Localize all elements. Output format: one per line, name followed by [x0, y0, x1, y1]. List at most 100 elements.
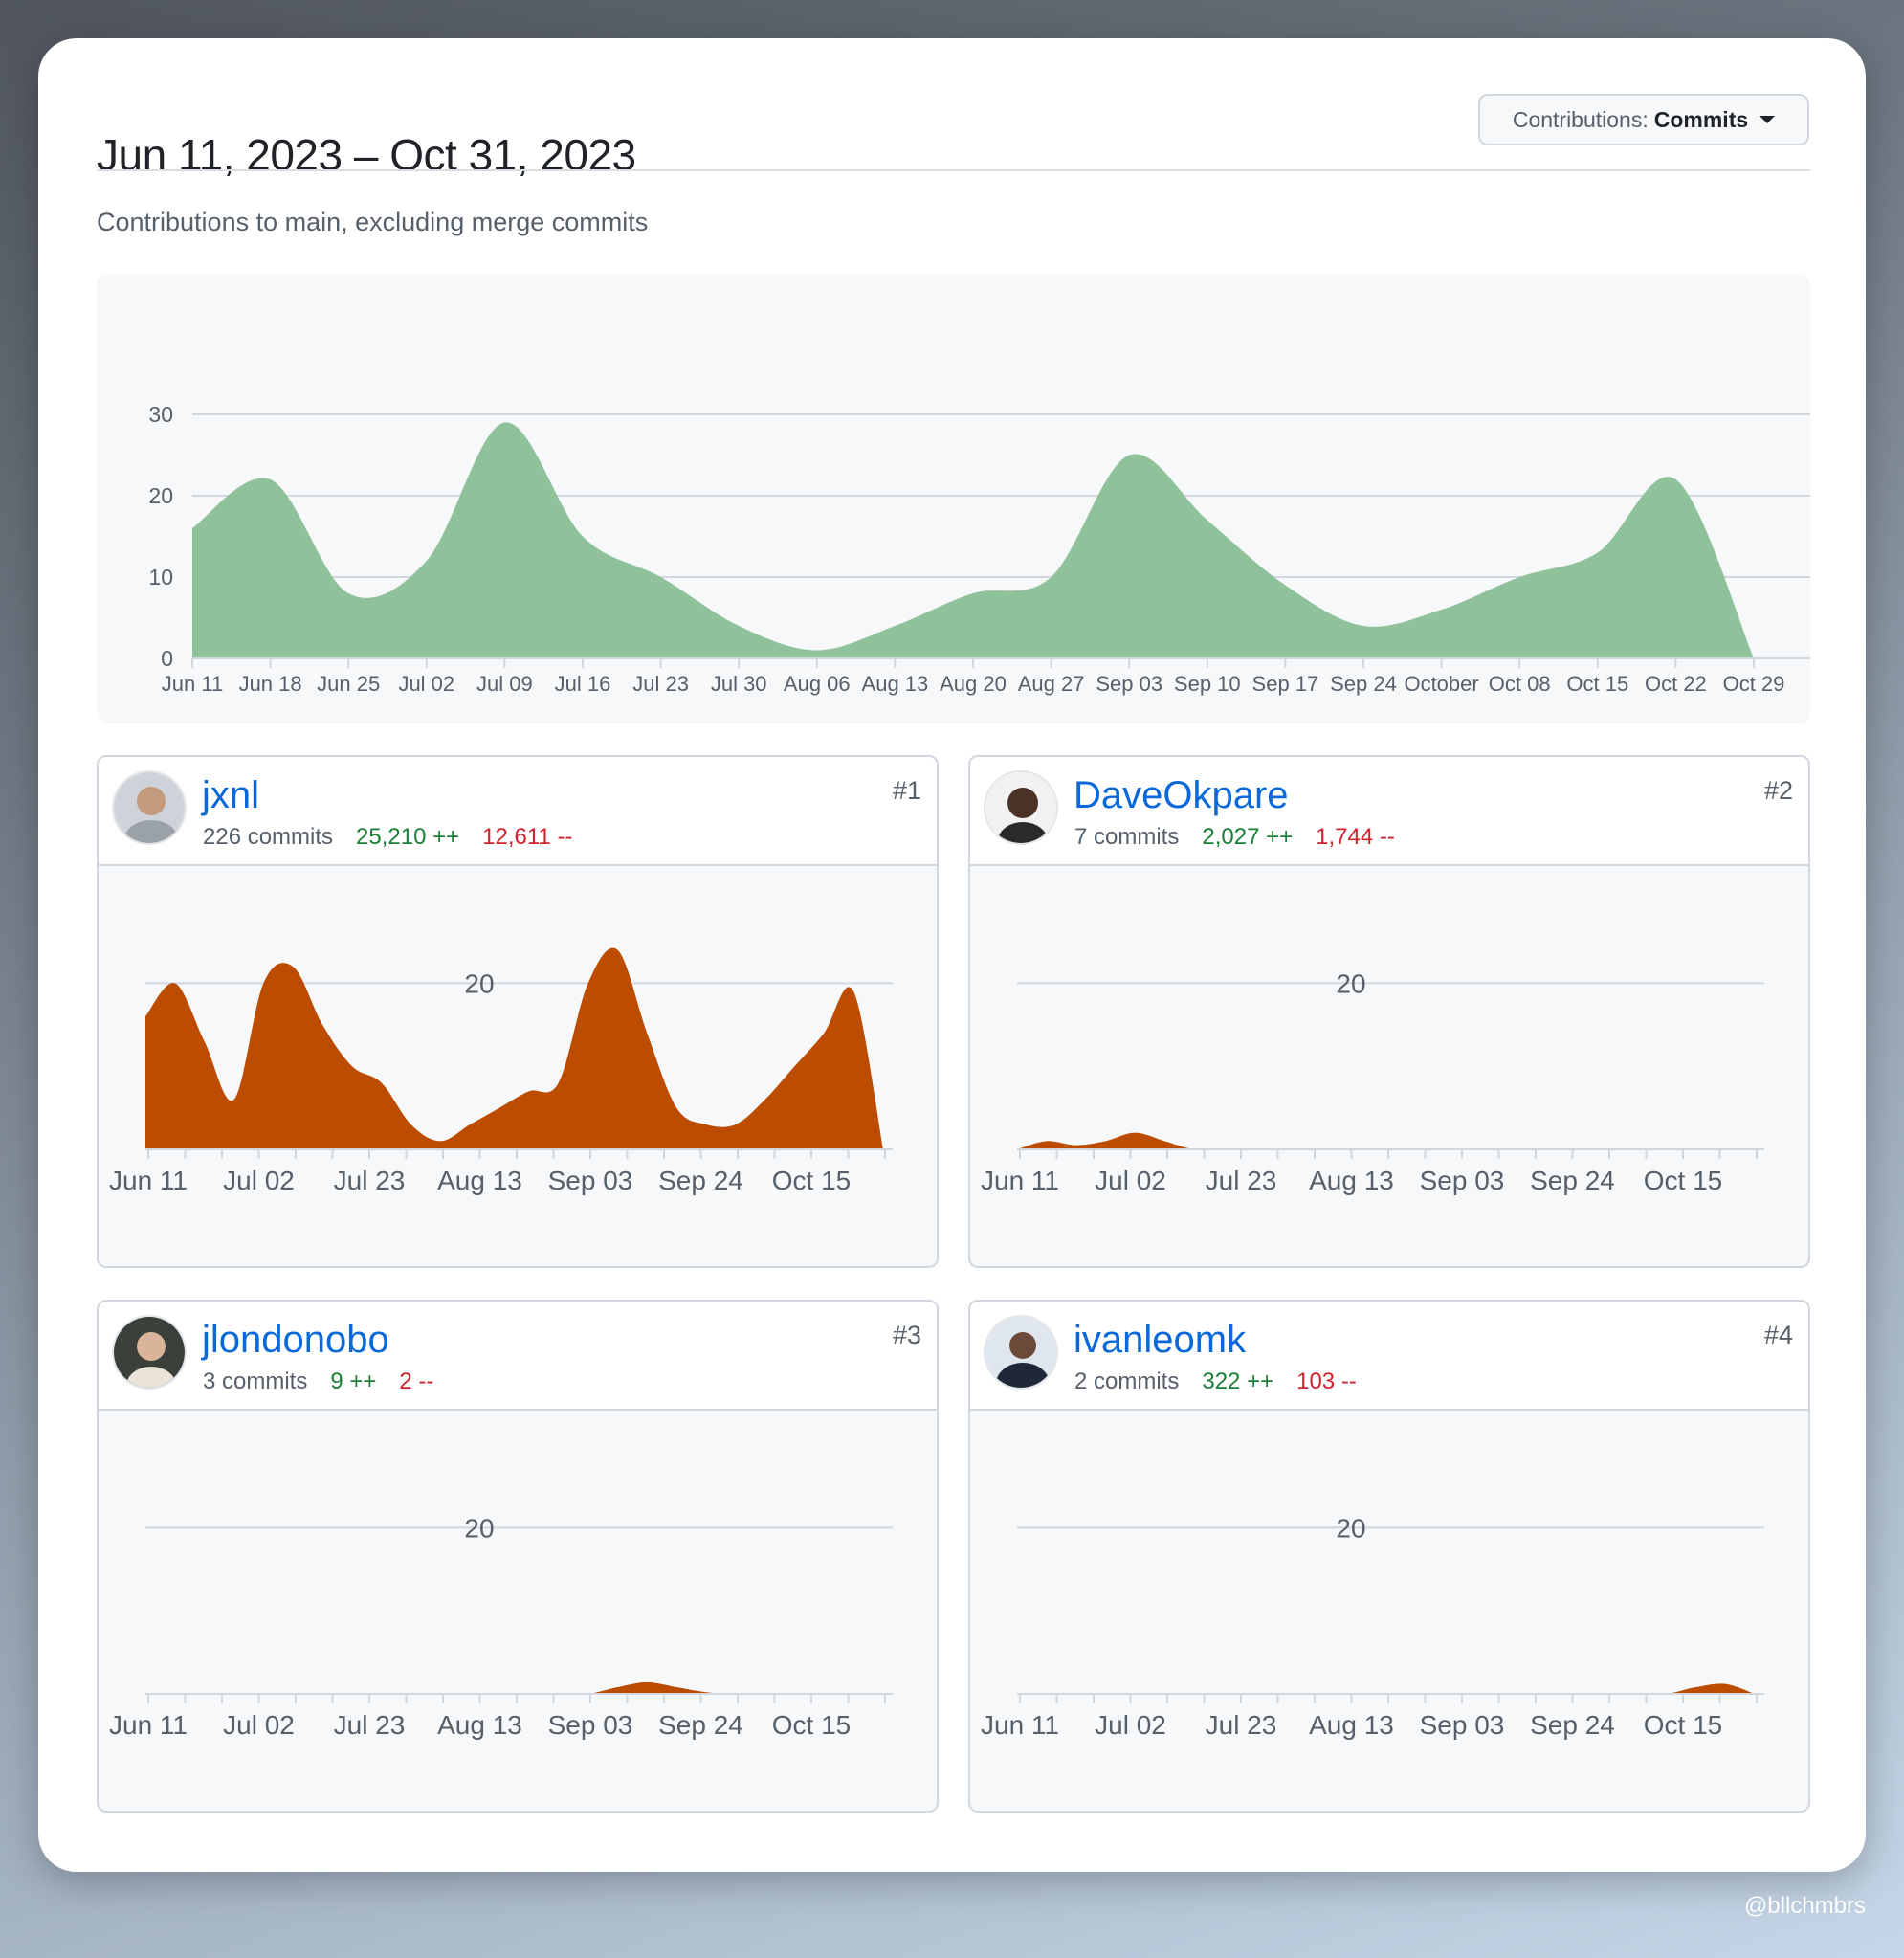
x-tick-label: Jul 02 — [1095, 1710, 1166, 1740]
y-tick-label: 30 — [148, 402, 173, 427]
contributor-header: DaveOkpare 7 commits 2,027 ++ 1,744 -- #2 — [970, 757, 1808, 866]
contributors-card: Jun 11, 2023 – Oct 31, 2023 Contribution… — [38, 38, 1866, 1872]
y-tick-label: 20 — [1336, 1513, 1365, 1543]
contributor-rank: #4 — [1763, 1321, 1793, 1349]
x-tick-label: Aug 13 — [437, 1710, 522, 1740]
x-tick-label: Jun 11 — [162, 672, 223, 696]
x-tick-label: Jul 23 — [334, 1710, 406, 1740]
contributor-username-link[interactable]: jlondonobo — [202, 1319, 389, 1362]
x-tick-label: Jun 11 — [109, 1166, 188, 1195]
contributor-rank: #1 — [892, 776, 921, 805]
x-tick-label: Jul 02 — [398, 672, 454, 696]
x-tick-label: Sep 03 — [548, 1166, 633, 1195]
contributor-commits-area — [145, 1681, 883, 1695]
x-tick-label: October — [1404, 672, 1478, 696]
x-tick-label: Sep 24 — [658, 1166, 743, 1195]
contributor-stats: 3 commits 9 ++ 2 -- — [203, 1368, 433, 1395]
commit-count: 226 commits — [203, 824, 334, 850]
x-tick-label: Jul 30 — [711, 672, 767, 696]
x-tick-label: Aug 13 — [1309, 1166, 1394, 1195]
x-tick-label: Aug 20 — [940, 672, 1007, 696]
contributor-card: jxnl 226 commits 25,210 ++ 12,611 -- #1 20… — [97, 755, 939, 1268]
x-tick-label: Jul 23 — [1206, 1710, 1277, 1740]
contributor-rank: #3 — [892, 1321, 921, 1349]
x-tick-label: Sep 24 — [658, 1710, 743, 1740]
x-tick-label: Jul 16 — [555, 672, 611, 696]
header-divider — [97, 169, 1810, 171]
x-tick-label: Jul 23 — [632, 672, 689, 696]
user-avatar-icon[interactable] — [112, 770, 187, 845]
x-tick-label: Jun 25 — [317, 672, 380, 696]
user-avatar-icon[interactable] — [112, 1315, 187, 1390]
x-tick-label: Sep 24 — [1330, 672, 1397, 696]
x-tick-label: Sep 24 — [1530, 1166, 1615, 1195]
contributor-stats: 226 commits 25,210 ++ 12,611 -- — [203, 824, 572, 851]
contributor-commits-chart: 20 Jun 11 Jul 02 Jul 23 Aug 13 Sep 03 Sep 24 Oc… — [109, 947, 893, 1195]
contributor-username-link[interactable]: DaveOkpare — [1074, 774, 1289, 817]
x-tick-label: Jul 02 — [223, 1166, 295, 1195]
commit-count: 3 commits — [203, 1368, 308, 1394]
x-tick-label: Jul 23 — [1206, 1166, 1277, 1195]
x-tick-label: Jun 11 — [981, 1710, 1059, 1740]
y-tick-label: 20 — [464, 968, 494, 998]
x-tick-label: Jul 23 — [334, 1166, 406, 1195]
watermark: @bllchmbrs — [1743, 1893, 1866, 1919]
y-tick-label: 20 — [464, 1513, 494, 1543]
user-avatar-icon[interactable] — [984, 1315, 1058, 1390]
x-tick-label: Oct 08 — [1489, 672, 1551, 696]
contributor-rank: #2 — [1763, 776, 1793, 805]
x-tick-label: Aug 27 — [1018, 672, 1085, 696]
additions-count: 322 ++ — [1202, 1368, 1274, 1394]
contributor-header: jlondonobo 3 commits 9 ++ 2 -- #3 — [99, 1302, 937, 1411]
y-tick-label: 20 — [148, 483, 173, 508]
x-tick-label: Oct 15 — [1644, 1710, 1722, 1740]
x-tick-label: Oct 15 — [772, 1710, 851, 1740]
main-commits-chart: 0 10 20 30 Jun 11 Jun 18 Jun 25 Jul 02 Jul 09 Jul… — [148, 402, 1810, 696]
contributor-commits-area — [1017, 1132, 1755, 1150]
deletions-count: 2 -- — [399, 1368, 434, 1394]
x-tick-label: Jul 09 — [476, 672, 533, 696]
contributor-commits-chart: 20 Jun 11 Jul 02 Jul 23 Aug 13 Sep 03 Sep 24 Oc… — [109, 1513, 893, 1740]
contributor-commits-chart: 20 Jun 11 Jul 02 Jul 23 Aug 13 Sep 03 Sep 24 Oc… — [981, 1513, 1764, 1740]
x-tick-label: Jun 11 — [109, 1710, 188, 1740]
contributions-select-value: Commits — [1653, 106, 1749, 132]
x-tick-label: Sep 03 — [1420, 1710, 1505, 1740]
main-commits-chart-panel: 0 10 20 30 Jun 11 Jun 18 Jun 25 Jul 02 Jul 09 Jul… — [97, 274, 1810, 723]
contributor-stats: 7 commits 2,027 ++ 1,744 -- — [1074, 824, 1395, 851]
contributor-commits-area — [145, 947, 883, 1149]
contributor-stats: 2 commits 322 ++ 103 -- — [1074, 1368, 1357, 1395]
x-tick-label: Sep 03 — [1420, 1166, 1505, 1195]
x-tick-label: Jul 02 — [223, 1710, 295, 1740]
x-tick-label: Sep 17 — [1252, 672, 1319, 696]
contributor-card: jlondonobo 3 commits 9 ++ 2 -- #3 20 Jun 11… — [97, 1300, 939, 1813]
commit-count: 2 commits — [1074, 1368, 1180, 1394]
x-tick-label: Aug 13 — [1309, 1710, 1394, 1740]
contributor-commits-area — [1017, 1683, 1755, 1695]
contributions-select-button[interactable]: Contributions: Commits — [1478, 94, 1809, 145]
x-tick-label: Sep 03 — [1096, 672, 1162, 696]
x-tick-label: Oct 22 — [1645, 672, 1707, 696]
x-tick-label: Jul 02 — [1095, 1166, 1166, 1195]
date-range-title: Jun 11, 2023 – Oct 31, 2023 — [97, 130, 636, 180]
commits-area — [192, 422, 1754, 658]
contributor-header: jxnl 226 commits 25,210 ++ 12,611 -- #1 — [99, 757, 937, 866]
caret-down-icon — [1760, 116, 1776, 123]
contributor-username-link[interactable]: ivanleomk — [1074, 1319, 1246, 1362]
deletions-count: 103 -- — [1296, 1368, 1357, 1394]
contributor-header: ivanleomk 2 commits 322 ++ 103 -- #4 — [970, 1302, 1808, 1411]
contributor-commits-chart: 20 Jun 11 Jul 02 Jul 23 Aug 13 Sep 03 Sep 24 Oc… — [981, 968, 1764, 1195]
deletions-count: 1,744 -- — [1316, 824, 1395, 850]
x-tick-label: Sep 03 — [548, 1710, 633, 1740]
x-tick-label: Aug 13 — [437, 1166, 522, 1195]
x-tick-label: Sep 24 — [1530, 1710, 1615, 1740]
user-avatar-icon[interactable] — [984, 770, 1058, 845]
additions-count: 2,027 ++ — [1202, 824, 1294, 850]
additions-count: 9 ++ — [330, 1368, 377, 1394]
x-tick-label: Oct 15 — [1566, 672, 1628, 696]
x-tick-label: Aug 06 — [784, 672, 851, 696]
contributor-username-link[interactable]: jxnl — [202, 774, 259, 817]
contributor-card: ivanleomk 2 commits 322 ++ 103 -- #4 20 Jun… — [968, 1300, 1810, 1813]
y-tick-label: 0 — [161, 646, 173, 671]
additions-count: 25,210 ++ — [356, 824, 460, 850]
commit-count: 7 commits — [1074, 824, 1180, 850]
